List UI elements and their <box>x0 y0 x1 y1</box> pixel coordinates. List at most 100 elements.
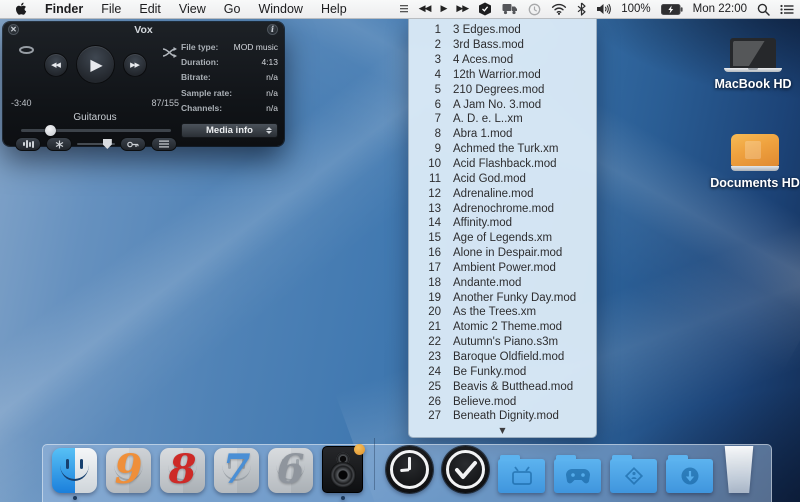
list-item[interactable]: 7A. D. e. L..xm <box>409 112 596 127</box>
list-item[interactable]: 34 Aces.mod <box>409 53 596 68</box>
volume-label: MacBook HD <box>703 77 800 91</box>
forward-icon[interactable]: ▶▶ <box>456 4 468 14</box>
list-item[interactable]: 23Baroque Oldfield.mod <box>409 350 596 365</box>
list-item[interactable]: 22Autumn's Piano.s3m <box>409 335 596 350</box>
list-item[interactable]: 24Be Funky.mod <box>409 364 596 379</box>
dock-folder-utilities[interactable] <box>610 459 657 493</box>
dock-classic-7[interactable]: 7 <box>214 448 259 493</box>
desktop-icon-macbook-hd[interactable]: MacBook HD <box>703 38 800 91</box>
documents-hd-icon <box>705 134 800 171</box>
volume-knob[interactable] <box>103 139 112 149</box>
wifi-icon[interactable] <box>551 3 567 15</box>
spotlight-search-icon[interactable] <box>757 3 770 16</box>
apple-menu[interactable] <box>6 2 36 16</box>
bluetooth-icon[interactable] <box>577 2 586 16</box>
list-item[interactable]: 26Believe.mod <box>409 394 596 409</box>
playlist-lines-icon[interactable] <box>399 4 409 14</box>
vox-titlebar[interactable]: ✕ Vox i <box>3 22 284 37</box>
menu-finder[interactable]: Finder <box>36 0 92 19</box>
dock-clock-app[interactable] <box>386 446 433 493</box>
dock-checkmark-app[interactable] <box>442 446 489 493</box>
notification-center-icon[interactable] <box>780 4 794 15</box>
desktop-icon-documents-hd[interactable]: Documents HD <box>705 134 800 190</box>
info-button[interactable]: i <box>267 24 278 35</box>
play-button[interactable]: ▶ <box>76 45 115 84</box>
dock-classic-6[interactable]: 6 <box>268 448 313 493</box>
list-item[interactable]: 12Adrenaline.mod <box>409 186 596 201</box>
menu-edit[interactable]: Edit <box>130 0 170 19</box>
list-item[interactable]: 18Andante.mod <box>409 275 596 290</box>
list-item[interactable]: 21Atomic 2 Theme.mod <box>409 320 596 335</box>
dock-folder-downloads[interactable] <box>666 459 713 493</box>
list-item[interactable]: 13Adrenochrome.mod <box>409 201 596 216</box>
next-button[interactable]: ▶▶ <box>123 53 147 77</box>
menu-bar: FinderFileEditViewGoWindowHelp ◀◀ ▶ ▶▶ 1… <box>0 0 800 19</box>
media-info-row: File type:MOD music <box>181 42 278 52</box>
menu-help[interactable]: Help <box>312 0 356 19</box>
scroll-more-arrow[interactable]: ▼ <box>409 426 596 435</box>
list-item[interactable]: 5210 Degrees.mod <box>409 82 596 97</box>
dock-vox-speaker[interactable] <box>322 446 363 493</box>
menu-go[interactable]: Go <box>215 0 250 19</box>
bottom-controls <box>15 137 177 151</box>
vox-info-rows: File type:MOD musicDuration:4:13Bitrate:… <box>181 42 278 118</box>
list-item[interactable]: 14Affinity.mod <box>409 216 596 231</box>
key-button[interactable] <box>120 137 146 151</box>
list-item[interactable]: 8Abra 1.mod <box>409 127 596 142</box>
list-item[interactable]: 23rd Bass.mod <box>409 38 596 53</box>
equalizer-button[interactable] <box>15 137 41 151</box>
dock-folder-movies[interactable] <box>498 459 545 493</box>
effects-button[interactable] <box>46 137 72 151</box>
dock-finder[interactable] <box>52 448 97 493</box>
list-item[interactable]: 16Alone in Despair.mod <box>409 246 596 261</box>
menu-window[interactable]: Window <box>249 0 311 19</box>
list-item[interactable]: 6A Jam No. 3.mod <box>409 97 596 112</box>
list-item[interactable]: 9Achmed the Turk.xm <box>409 142 596 157</box>
menu-file[interactable]: File <box>92 0 130 19</box>
play-icon[interactable]: ▶ <box>440 4 446 14</box>
list-item[interactable]: 25Beavis & Butthead.mod <box>409 379 596 394</box>
menu-view[interactable]: View <box>170 0 215 19</box>
truck-icon[interactable] <box>502 3 518 15</box>
classic-9-icon: 9 <box>106 448 151 493</box>
dock-classic-9[interactable]: 9 <box>106 448 151 493</box>
dock: 9 8 7 6 <box>42 444 772 502</box>
media-info-row: Channels:n/a <box>181 103 278 113</box>
dock-folder-games[interactable] <box>554 459 601 493</box>
classic-8-icon: 8 <box>160 448 205 493</box>
menu-bar-clock[interactable]: Mon 22:00 <box>693 3 747 15</box>
rewind-icon[interactable]: ◀◀ <box>419 4 431 14</box>
playlist-button[interactable] <box>151 137 177 151</box>
clock-icon <box>386 446 433 493</box>
list-item[interactable]: 13 Edges.mod <box>409 23 596 38</box>
cube-app-icon[interactable] <box>478 2 492 16</box>
close-button[interactable]: ✕ <box>8 24 19 35</box>
list-item[interactable]: 10Acid Flashback.mod <box>409 157 596 172</box>
battery-percent: 100% <box>621 3 650 15</box>
list-item[interactable]: 19Another Funky Day.mod <box>409 290 596 305</box>
list-item[interactable]: 20As the Trees.xm <box>409 305 596 320</box>
vox-player-window[interactable]: ✕ Vox i ◀◀ ▶ ▶▶ -3:40 87/155 Guitarous <box>3 22 284 146</box>
classic-numeral-6: 6 <box>268 449 313 489</box>
progress-knob[interactable] <box>45 125 56 136</box>
speaker-icon <box>322 446 363 493</box>
download-folder-icon <box>666 459 713 493</box>
volume-icon[interactable] <box>596 3 611 15</box>
desktop-screen: FinderFileEditViewGoWindowHelp ◀◀ ▶ ▶▶ 1… <box>0 0 800 502</box>
track-position: 87/155 <box>151 98 179 108</box>
time-machine-icon[interactable] <box>528 3 541 16</box>
list-item[interactable]: 27Beneath Dignity.mod <box>409 409 596 424</box>
list-item[interactable]: 412th Warrior.mod <box>409 68 596 83</box>
dock-classic-8[interactable]: 8 <box>160 448 205 493</box>
key-icon <box>127 141 139 148</box>
volume-slider[interactable] <box>77 138 115 150</box>
dock-trash[interactable] <box>722 446 756 493</box>
media-info-row: Bitrate:n/a <box>181 72 278 82</box>
list-item[interactable]: 11Acid God.mod <box>409 171 596 186</box>
list-item[interactable]: 15Age of Legends.xm <box>409 231 596 246</box>
media-info-dropdown[interactable]: Media info <box>181 123 278 138</box>
list-item[interactable]: 17Ambient Power.mod <box>409 261 596 276</box>
progress-slider[interactable] <box>21 129 171 132</box>
previous-button[interactable]: ◀◀ <box>44 53 68 77</box>
transport-controls: ◀◀ ▶ ▶▶ <box>11 45 179 84</box>
